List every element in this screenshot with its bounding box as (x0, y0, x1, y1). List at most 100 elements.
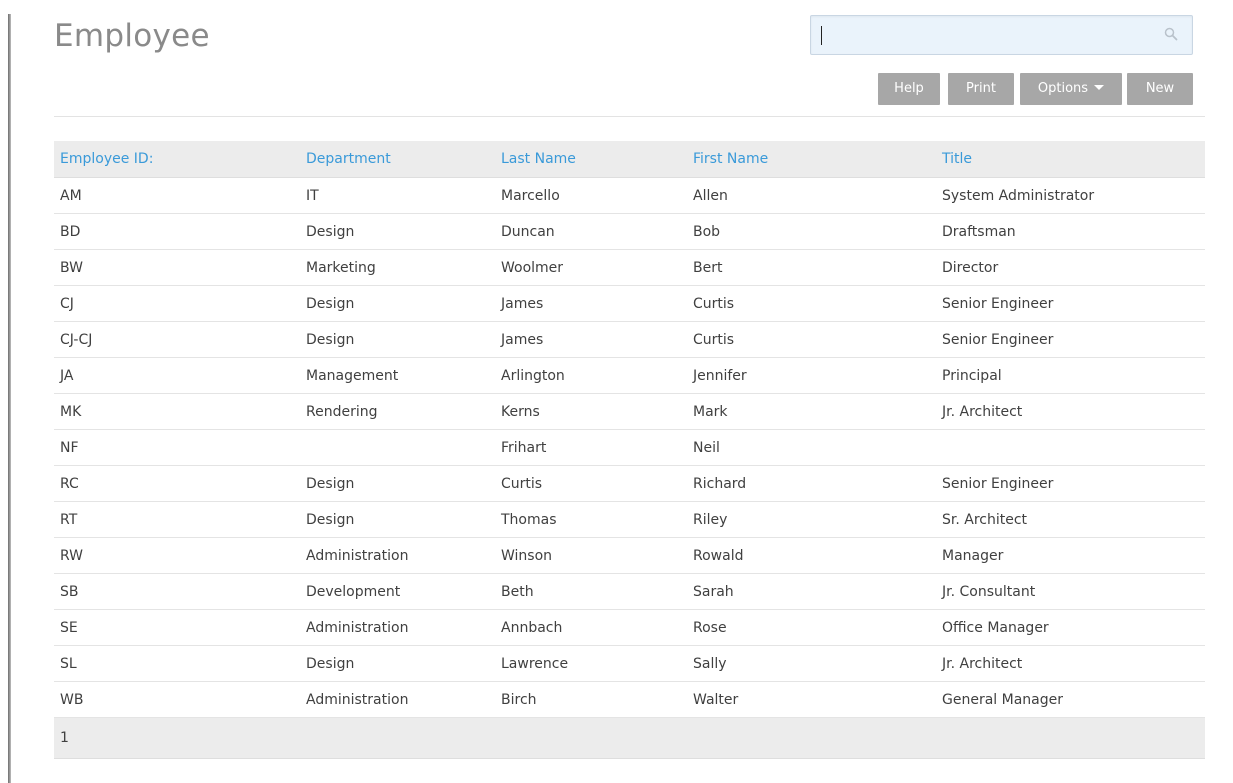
cell-title: Office Manager (936, 609, 1205, 646)
cell-department: Development (300, 573, 495, 610)
pager-page-number[interactable]: 1 (54, 717, 1205, 759)
cell-department: Management (300, 357, 495, 394)
cell-title: Jr. Architect (936, 645, 1205, 682)
cell-first-name: Rose (687, 609, 936, 646)
search-icon[interactable] (1164, 27, 1178, 41)
cell-department: Rendering (300, 393, 495, 430)
cell-title: Senior Engineer (936, 321, 1205, 358)
cell-department: Design (300, 645, 495, 682)
cell-title: Jr. Architect (936, 393, 1205, 430)
cell-department: Marketing (300, 249, 495, 286)
cell-employee-id: CJ-CJ (54, 321, 300, 358)
text-cursor (821, 26, 822, 45)
cell-first-name: Walter (687, 681, 936, 718)
cell-title: Principal (936, 357, 1205, 394)
cell-last-name: Annbach (495, 609, 687, 646)
table-row[interactable]: RW Administration Winson Rowald Manager (54, 537, 1205, 574)
cell-title (936, 429, 1205, 466)
cell-employee-id: RC (54, 465, 300, 502)
help-button[interactable]: Help (878, 73, 940, 105)
cell-employee-id: BD (54, 213, 300, 250)
cell-last-name: Beth (495, 573, 687, 610)
employee-table: Employee ID: Department Last Name First … (54, 141, 1205, 759)
cell-employee-id: RT (54, 501, 300, 538)
help-button-label: Help (894, 81, 924, 96)
cell-first-name: Sally (687, 645, 936, 682)
header-divider (54, 116, 1205, 117)
cell-last-name: Woolmer (495, 249, 687, 286)
window-edge-shadow (8, 14, 11, 783)
column-header-employee-id[interactable]: Employee ID: (54, 141, 300, 178)
table-row[interactable]: SE Administration Annbach Rose Office Manage… (54, 609, 1205, 646)
table-row[interactable]: RC Design Curtis Richard Senior Engineer (54, 465, 1205, 502)
cell-title: Jr. Consultant (936, 573, 1205, 610)
cell-last-name: Kerns (495, 393, 687, 430)
cell-department: Design (300, 321, 495, 358)
table-header-row: Employee ID: Department Last Name First … (54, 141, 1205, 178)
cell-employee-id: JA (54, 357, 300, 394)
table-row[interactable]: BW Marketing Woolmer Bert Director (54, 249, 1205, 286)
cell-department: Administration (300, 537, 495, 574)
table-row[interactable]: SL Design Lawrence Sally Jr. Architect (54, 645, 1205, 682)
cell-employee-id: SB (54, 573, 300, 610)
cell-first-name: Curtis (687, 285, 936, 322)
cell-first-name: Bob (687, 213, 936, 250)
cell-employee-id: WB (54, 681, 300, 718)
cell-first-name: Neil (687, 429, 936, 466)
table-header: Employee ID: Department Last Name First … (54, 141, 1205, 178)
print-button[interactable]: Print (948, 73, 1014, 105)
table-row[interactable]: CJ-CJ Design James Curtis Senior Engineer (54, 321, 1205, 358)
table-row[interactable]: JA Management Arlington Jennifer Principal (54, 357, 1205, 394)
cell-last-name: Winson (495, 537, 687, 574)
cell-department: Administration (300, 681, 495, 718)
print-button-label: Print (966, 81, 996, 96)
app-window: Employee Help Print Options New Employee… (0, 0, 1233, 783)
table-row[interactable]: BD Design Duncan Bob Draftsman (54, 213, 1205, 250)
cell-employee-id: SE (54, 609, 300, 646)
cell-first-name: Riley (687, 501, 936, 538)
cell-department (300, 429, 495, 466)
cell-employee-id: AM (54, 177, 300, 214)
cell-department: Design (300, 285, 495, 322)
cell-department: IT (300, 177, 495, 214)
cell-employee-id: CJ (54, 285, 300, 322)
page-title: Employee (54, 18, 210, 54)
cell-last-name: James (495, 285, 687, 322)
column-header-last-name[interactable]: Last Name (495, 141, 687, 178)
cell-employee-id: SL (54, 645, 300, 682)
cell-title: Draftsman (936, 213, 1205, 250)
cell-employee-id: BW (54, 249, 300, 286)
cell-employee-id: RW (54, 537, 300, 574)
new-button[interactable]: New (1127, 73, 1193, 105)
search-input[interactable] (812, 17, 1152, 53)
options-dropdown-button[interactable]: Options (1020, 73, 1122, 105)
cell-last-name: Marcello (495, 177, 687, 214)
cell-department: Design (300, 465, 495, 502)
cell-first-name: Bert (687, 249, 936, 286)
cell-last-name: Duncan (495, 213, 687, 250)
cell-employee-id: MK (54, 393, 300, 430)
cell-title: Manager (936, 537, 1205, 574)
cell-last-name: Curtis (495, 465, 687, 502)
cell-last-name: Arlington (495, 357, 687, 394)
caret-down-icon (1094, 85, 1105, 90)
column-header-first-name[interactable]: First Name (687, 141, 936, 178)
table-row[interactable]: AM IT Marcello Allen System Administrator (54, 177, 1205, 214)
table-row[interactable]: WB Administration Birch Walter General Manag… (54, 681, 1205, 718)
column-header-department[interactable]: Department (300, 141, 495, 178)
cell-first-name: Allen (687, 177, 936, 214)
cell-first-name: Rowald (687, 537, 936, 574)
options-button-label: Options (1037, 81, 1089, 96)
column-header-title[interactable]: Title (936, 141, 1205, 178)
cell-department: Design (300, 501, 495, 538)
table-row[interactable]: MK Rendering Kerns Mark Jr. Architect (54, 393, 1205, 430)
search-box[interactable] (810, 15, 1193, 55)
table-row[interactable]: NF Frihart Neil (54, 429, 1205, 466)
table-row[interactable]: RT Design Thomas Riley Sr. Architect (54, 501, 1205, 538)
cell-first-name: Richard (687, 465, 936, 502)
cell-first-name: Mark (687, 393, 936, 430)
cell-department: Administration (300, 609, 495, 646)
cell-last-name: Lawrence (495, 645, 687, 682)
table-row[interactable]: SB Development Beth Sarah Jr. Consultant (54, 573, 1205, 610)
table-row[interactable]: CJ Design James Curtis Senior Engineer (54, 285, 1205, 322)
